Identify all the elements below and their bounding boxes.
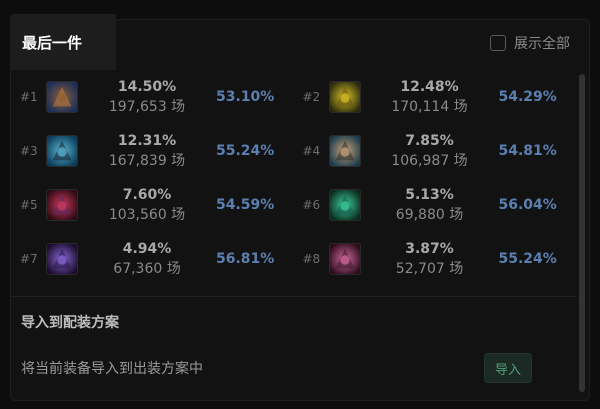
pick-rate: 5.13%: [405, 187, 454, 203]
stone-armor-icon[interactable]: [328, 135, 361, 167]
item-rank: #1: [20, 90, 38, 104]
item-stats: 7.60% 103,560 场: [78, 185, 216, 225]
games-count: 197,653 场: [108, 99, 186, 115]
item-stats: 12.48% 170,114 场: [361, 77, 499, 117]
pick-rate: 3.87%: [405, 241, 454, 257]
item-stats: 14.50% 197,653 场: [78, 77, 216, 117]
pick-rate: 12.31%: [117, 133, 177, 149]
red-claw-icon[interactable]: [46, 189, 78, 221]
tab-label: 最后一件: [22, 33, 83, 52]
item-rank: #6: [302, 198, 321, 212]
scrollbar[interactable]: [579, 74, 585, 392]
import-section: 导入到配装方案 将当前装备导入到出装方案中 导入: [11, 296, 577, 399]
item-row[interactable]: #2 12.48% 170,114 场 54.29%: [293, 70, 576, 124]
blue-blade-icon[interactable]: [46, 135, 78, 167]
pick-rate: 7.85%: [405, 133, 454, 149]
item-rank: #5: [20, 198, 38, 212]
win-rate: 55.24%: [216, 143, 275, 159]
win-rate: 56.81%: [216, 251, 275, 267]
games-count: 67,360 场: [113, 261, 181, 277]
item-stats: 3.87% 52,707 场: [361, 239, 499, 279]
games-count: 103,560 场: [108, 207, 186, 223]
win-rate: 54.29%: [498, 89, 557, 105]
item-row[interactable]: #4 7.85% 106,987 场 54.81%: [293, 124, 576, 178]
item-rank: #3: [20, 144, 38, 158]
item-rank: #2: [302, 90, 321, 104]
import-title: 导入到配装方案: [21, 315, 119, 331]
item-row[interactable]: #3 12.31% 167,839 场 55.24%: [10, 124, 293, 178]
win-rate: 55.24%: [498, 251, 557, 267]
pick-rate: 14.50%: [117, 79, 177, 95]
games-count: 167,839 场: [108, 153, 186, 169]
games-count: 52,707 场: [395, 261, 464, 277]
green-wing-icon[interactable]: [328, 189, 361, 221]
item-list: #1 14.50% 197,653 场 53.10% #2 12.48% 170,114 场…: [10, 70, 575, 286]
item-stats: 7.85% 106,987 场: [361, 131, 499, 171]
item-stats: 5.13% 69,880 场: [361, 185, 499, 225]
item-rank: #4: [302, 144, 321, 158]
pick-rate: 12.48%: [400, 79, 459, 95]
pink-crescent-icon[interactable]: [328, 243, 361, 275]
item-rank: #8: [302, 252, 321, 266]
purple-scythe-icon[interactable]: [46, 243, 78, 275]
import-button[interactable]: 导入: [484, 353, 532, 383]
item-row[interactable]: #6 5.13% 69,880 场 56.04%: [293, 178, 576, 232]
games-count: 106,987 场: [391, 153, 468, 169]
win-rate: 54.81%: [498, 143, 557, 159]
win-rate: 56.04%: [498, 197, 557, 213]
pick-rate: 4.94%: [122, 241, 172, 257]
show-all-checkbox[interactable]: [490, 35, 506, 51]
item-stats: 4.94% 67,360 场: [78, 239, 216, 279]
item-rank: #7: [20, 252, 38, 266]
win-rate: 53.10%: [216, 89, 275, 105]
games-count: 170,114 场: [391, 99, 468, 115]
item-row[interactable]: #7 4.94% 67,360 场 56.81%: [10, 232, 293, 286]
tab-last-item[interactable]: 最后一件: [10, 14, 116, 70]
pick-rate: 7.60%: [122, 187, 172, 203]
import-description: 将当前装备导入到出装方案中: [21, 361, 203, 377]
show-all-toggle[interactable]: 展示全部: [490, 33, 570, 53]
spiked-helm-icon[interactable]: [46, 81, 78, 113]
games-count: 69,880 场: [395, 207, 464, 223]
win-rate: 54.59%: [216, 197, 275, 213]
show-all-label: 展示全部: [514, 36, 570, 52]
gold-triangle-icon[interactable]: [328, 81, 361, 113]
item-row[interactable]: #1 14.50% 197,653 场 53.10%: [10, 70, 293, 124]
item-row[interactable]: #5 7.60% 103,560 场 54.59%: [10, 178, 293, 232]
item-stats: 12.31% 167,839 场: [78, 131, 216, 171]
item-row[interactable]: #8 3.87% 52,707 场 55.24%: [293, 232, 576, 286]
